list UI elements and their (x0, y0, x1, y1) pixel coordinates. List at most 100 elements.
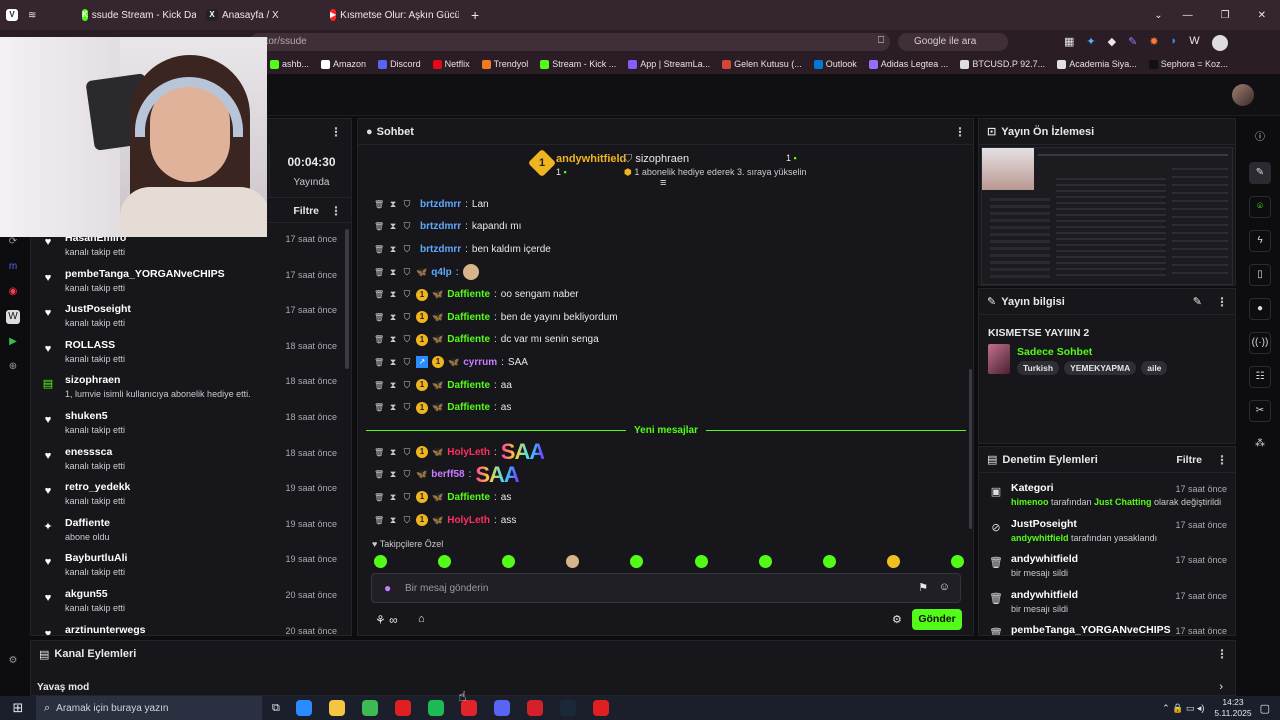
channel-actions-menu-icon[interactable]: ⋮ (1216, 647, 1228, 661)
chat-message[interactable]: 🗑 ⧗ ⛉ 🦋 berff58: SAA (358, 462, 968, 487)
delete-message-icon[interactable]: 🗑 (374, 222, 384, 231)
mod-log-item[interactable]: 🗑 pembeTanga_YORGANveCHIPS 17 saat önce (979, 621, 1235, 635)
activity-item[interactable]: ▤ sizophraen 1, lumvie isimli kullanıcıya … (31, 371, 345, 407)
slow-mode-action[interactable]: Yavaş mod (37, 682, 89, 693)
rail-wiki-icon[interactable]: W (6, 310, 20, 324)
emote-shortcut-icon[interactable] (694, 555, 708, 568)
chat-username[interactable]: Daffiente (447, 380, 490, 391)
ban-shield-icon[interactable]: ⛉ (402, 334, 412, 345)
delete-message-icon[interactable]: 🗑 (374, 358, 384, 367)
pencil-icon[interactable]: ✎ (1249, 162, 1271, 184)
browser-menu[interactable]: V ≋ (0, 0, 70, 30)
chat-message[interactable]: 🗑 ⧗ ⛉ brtzdmrr: Lan (358, 193, 968, 216)
profile-avatar[interactable] (1211, 35, 1228, 51)
chat-username[interactable]: brtzdmrr (420, 244, 461, 255)
ban-shield-icon[interactable]: ⛉ (402, 312, 412, 323)
timeout-icon[interactable]: ⧗ (388, 244, 398, 255)
mod-log-actor[interactable]: himenoo (1011, 497, 1049, 507)
maximize-icon[interactable]: ❐ (1207, 0, 1244, 30)
stream-tag[interactable]: YEMEKYAPMA (1064, 361, 1137, 375)
bookmark-item[interactable]: Discord (378, 59, 421, 69)
ban-shield-icon[interactable]: ⛉ (402, 357, 412, 368)
activity-item[interactable]: ♥ pembeTanga_YORGANveCHIPS kanalı takip et… (31, 265, 345, 301)
ban-shield-icon[interactable]: ⛉ (402, 492, 412, 503)
activity-item[interactable]: ♥ akgun55 kanalı takip etti 20 saat önce (31, 585, 345, 621)
chat-message[interactable]: 🗑 ⧗ ⛉ 1 🦋 Daffiente: as (358, 486, 968, 509)
rail-mastodon-icon[interactable]: m (6, 260, 20, 274)
taskbar-app-icon[interactable] (428, 700, 445, 716)
more-icon[interactable]: ⁂ (1249, 434, 1271, 456)
close-icon[interactable]: ✕ (1244, 0, 1280, 30)
lightning-icon[interactable]: ϟ (1249, 230, 1271, 252)
chat-username[interactable]: berff58 (431, 469, 464, 480)
camera-icon[interactable]: ⌾ (1249, 196, 1271, 218)
edit-icon[interactable]: ✎ (1193, 295, 1202, 308)
taskbar-clock[interactable]: 14:23 5.11.2025 (1214, 697, 1251, 719)
delete-message-icon[interactable]: 🗑 (374, 470, 384, 479)
chat-username[interactable]: Daffiente (447, 334, 490, 345)
bookmark-item[interactable]: Adidas Legtea ... (868, 59, 948, 69)
store-icon[interactable]: ⌂ (418, 613, 425, 625)
chat-message[interactable]: 🗑 ⧗ ⛉ 1 🦋 Daffiente: as (358, 396, 968, 419)
taskbar-app-icon[interactable] (593, 700, 610, 716)
new-tab-button[interactable]: + (465, 0, 485, 30)
taskbar-app-icon[interactable] (494, 700, 511, 716)
taskbar-app-icon[interactable] (362, 700, 379, 716)
info-icon[interactable]: ⓘ (1249, 128, 1271, 150)
tray-icons[interactable]: ⌃ 🔒 ▭ ◂) (1162, 703, 1204, 714)
browser-tab[interactable]: Kssude Stream - Kick Dashbo (76, 0, 196, 30)
mod-log-item[interactable]: 🗑 andywhitfield bir mesajı sildi 17 saat ön… (979, 586, 1235, 622)
broadcast-icon[interactable]: ((·)) (1249, 332, 1271, 354)
ban-shield-icon[interactable]: ⛉ (402, 515, 412, 526)
timeout-icon[interactable]: ⧗ (388, 334, 398, 345)
tab-overflow-icon[interactable]: ⌄ (1148, 0, 1168, 30)
extension-icon[interactable]: W (1189, 35, 1199, 51)
emote-shortcut-icon[interactable] (822, 555, 836, 568)
ban-shield-icon[interactable]: ⛉ (402, 469, 412, 480)
mod-log-menu-icon[interactable]: ⋮ (1216, 453, 1228, 467)
extension-icon[interactable]: ◗ (1171, 35, 1178, 51)
ban-shield-icon[interactable]: ⛉ (402, 267, 412, 278)
send-button[interactable]: Gönder (912, 609, 962, 630)
mod-log-actor[interactable]: andywhitfield (1011, 533, 1069, 543)
extension-icon[interactable]: ✸ (1149, 35, 1158, 51)
delete-message-icon[interactable]: 🗑 (374, 268, 384, 277)
emote-shortcut-icon[interactable] (374, 555, 387, 568)
mod-log-item[interactable]: ⊘ JustPoseight andywhitfield tarafından ya… (979, 515, 1235, 551)
emote-shortcut-icon[interactable] (886, 555, 900, 568)
minimize-icon[interactable]: — (1169, 0, 1207, 30)
extension-icon[interactable]: ✦ (1086, 35, 1095, 51)
timeout-icon[interactable]: ⧗ (388, 357, 398, 368)
chevron-right-icon[interactable]: › (1219, 681, 1223, 693)
rail-opera-icon[interactable]: ◉ (6, 285, 20, 299)
taskbar-app-icon[interactable] (329, 700, 346, 716)
stream-tag[interactable]: Turkish (1017, 361, 1060, 375)
delete-message-icon[interactable]: 🗑 (374, 403, 384, 412)
delete-message-icon[interactable]: 🗑 (374, 493, 384, 502)
chat-username[interactable]: HolyLeth (447, 447, 490, 458)
activity-item[interactable]: ♥ arztinunterwegs 20 saat önce (31, 621, 345, 635)
chat-username[interactable]: brtzdmrr (420, 199, 461, 210)
infinity-icon[interactable]: ⚘ ∞ (375, 613, 398, 627)
delete-message-icon[interactable]: 🗑 (374, 290, 384, 299)
emote-shortcut-icon[interactable] (566, 555, 580, 568)
activity-menu-icon[interactable]: ⋮ (330, 125, 342, 139)
bookmark-item[interactable]: ashb... (270, 59, 309, 69)
ban-shield-icon[interactable]: ⛉ (402, 199, 412, 210)
timeout-icon[interactable]: ⧗ (388, 447, 398, 458)
activity-item[interactable]: ♥ retro_yedekk kanalı takip etti 19 saat ön… (31, 478, 345, 514)
ban-shield-icon[interactable]: ⛉ (402, 402, 412, 413)
chat-message[interactable]: 🗑 ⧗ ⛉ brtzdmrr: kapandı mı (358, 216, 968, 239)
taskbar-search-input[interactable]: Aramak için buraya yazın (56, 703, 168, 714)
chat-icon[interactable]: ● (1249, 298, 1271, 320)
taskbar-app-icon[interactable] (395, 700, 412, 716)
bookmark-item[interactable]: Amazon (321, 59, 366, 69)
ban-shield-icon[interactable]: ⛉ (402, 221, 412, 232)
clipboard-icon[interactable]: ▯ (1249, 264, 1271, 286)
rail-settings-icon[interactable]: ⚙ (6, 654, 20, 668)
ban-shield-icon[interactable]: ⛉ (402, 447, 412, 458)
chat-username[interactable]: q4lp (431, 267, 452, 278)
bookmark-item[interactable]: Gelen Kutusu (... (722, 59, 802, 69)
category-thumbnail[interactable] (988, 344, 1010, 374)
ban-shield-icon[interactable]: ⛉ (402, 380, 412, 391)
